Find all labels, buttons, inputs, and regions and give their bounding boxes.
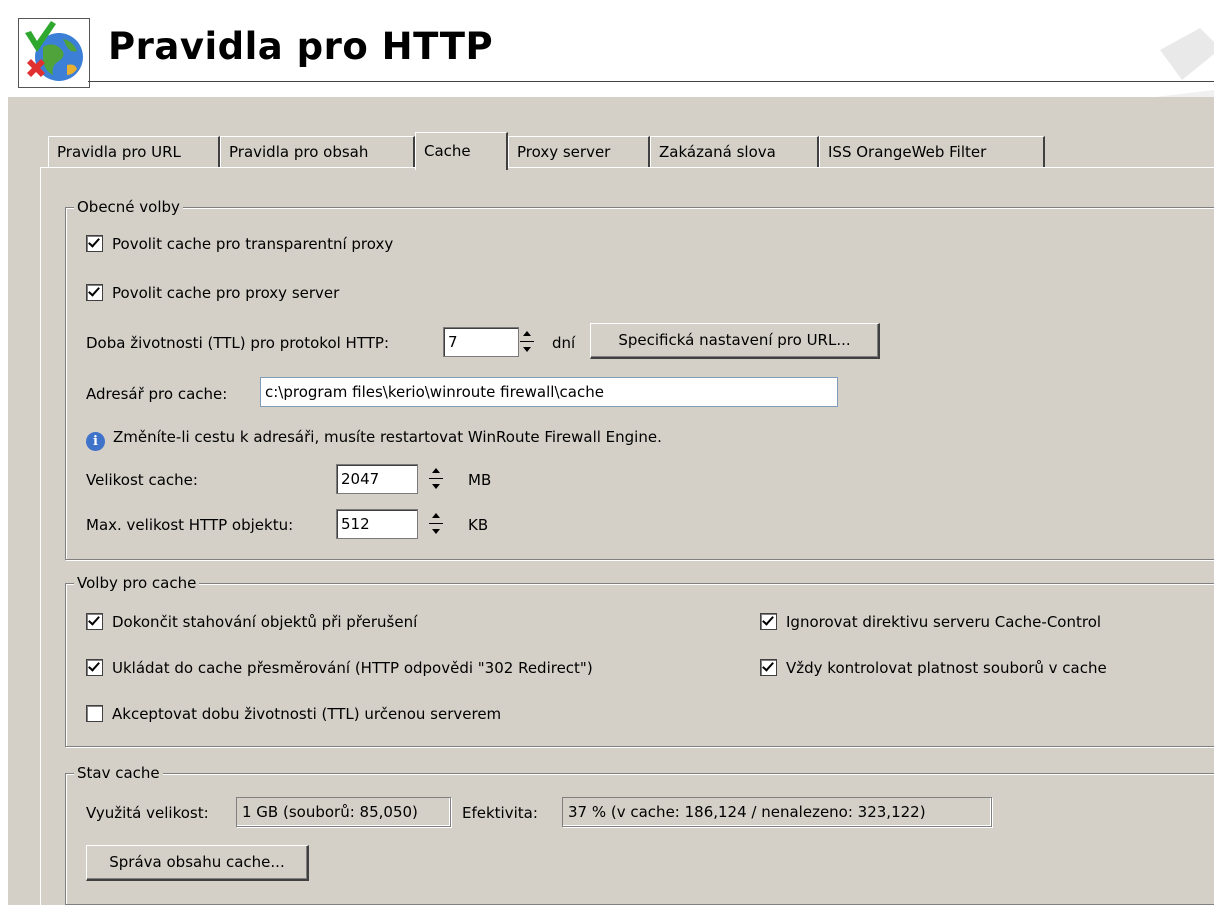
ttl-label: Doba životnosti (TTL) pro protokol HTTP: bbox=[86, 334, 389, 352]
cache-size-input[interactable]: 2047 bbox=[336, 464, 418, 494]
tab-forbidden-words[interactable]: Zakázaná slova bbox=[650, 136, 819, 168]
max-object-input[interactable]: 512 bbox=[336, 509, 418, 539]
spin-down-icon[interactable] bbox=[428, 524, 444, 539]
checkbox-label: Akceptovat dobu životnosti (TTL) určenou… bbox=[112, 705, 502, 723]
cache-status-legend: Stav cache bbox=[74, 764, 163, 782]
cache-dir-label: Adresář pro cache: bbox=[86, 385, 228, 403]
checkbox-label: Povolit cache pro transparentní proxy bbox=[112, 235, 394, 253]
finish-download-option[interactable]: Dokončit stahování objektů při přerušení bbox=[86, 612, 417, 632]
page-title: Pravidla pro HTTP bbox=[108, 25, 494, 68]
tab-iss-orangeweb-filter[interactable]: ISS OrangeWeb Filter bbox=[819, 136, 1045, 168]
url-specific-settings-button[interactable]: Specifická nastavení pro URL... bbox=[590, 323, 880, 359]
dialog-header: Pravidla pro HTTP bbox=[0, 0, 1214, 100]
checkbox-label: Ukládat do cache přesměrování (HTTP odpo… bbox=[112, 659, 593, 677]
max-object-spinner[interactable] bbox=[428, 509, 444, 539]
server-ttl-option[interactable]: Akceptovat dobu životnosti (TTL) určenou… bbox=[86, 704, 501, 724]
efficiency-value: 37 % (v cache: 186,124 / nenalezeno: 323… bbox=[562, 797, 992, 827]
checkbox-checked-icon[interactable] bbox=[760, 613, 777, 630]
cache-size-unit: MB bbox=[468, 471, 492, 489]
checkbox-unchecked-icon[interactable] bbox=[86, 705, 103, 722]
checkbox-label: Vždy kontrolovat platnost souborů v cach… bbox=[786, 659, 1107, 677]
restart-info: i Změníte-li cestu k adresáři, musíte res… bbox=[86, 427, 662, 451]
ttl-unit: dní bbox=[552, 334, 576, 352]
manage-cache-button[interactable]: Správa obsahu cache... bbox=[86, 845, 309, 881]
cache-size-label: Velikost cache: bbox=[86, 471, 198, 489]
cache-options-group: Volby pro cache Dokončit stahování objek… bbox=[65, 574, 1214, 747]
used-size-value: 1 GB (souborů: 85,050) bbox=[236, 797, 451, 827]
enable-transparent-cache[interactable]: Povolit cache pro transparentní proxy bbox=[86, 234, 393, 254]
cache-status-group: Stav cache Využitá velikost: 1 GB (soubo… bbox=[65, 764, 1214, 905]
enable-proxy-cache[interactable]: Povolit cache pro proxy server bbox=[86, 283, 339, 303]
spin-up-icon[interactable] bbox=[428, 509, 444, 524]
cache-redirects-option[interactable]: Ukládat do cache přesměrování (HTTP odpo… bbox=[86, 658, 593, 678]
spin-down-icon[interactable] bbox=[519, 342, 535, 357]
tab-content-rules[interactable]: Pravidla pro obsah bbox=[220, 136, 415, 168]
always-validate-option[interactable]: Vždy kontrolovat platnost souborů v cach… bbox=[760, 658, 1107, 678]
max-object-unit: KB bbox=[468, 516, 489, 534]
cache-dir-input[interactable]: c:\program files\kerio\winroute firewall… bbox=[260, 377, 838, 407]
tab-cache[interactable]: Cache bbox=[415, 132, 508, 170]
checkbox-label: Ignorovat direktivu serveru Cache-Contro… bbox=[786, 613, 1102, 631]
checkbox-checked-icon[interactable] bbox=[760, 659, 777, 676]
checkbox-checked-icon[interactable] bbox=[86, 284, 103, 301]
header-underline bbox=[88, 81, 1214, 82]
general-options-group: Obecné volby Povolit cache pro transpare… bbox=[65, 198, 1214, 560]
general-options-legend: Obecné volby bbox=[74, 198, 183, 216]
spin-up-icon[interactable] bbox=[428, 464, 444, 479]
cache-size-spinner[interactable] bbox=[428, 464, 444, 494]
checkbox-checked-icon[interactable] bbox=[86, 235, 103, 252]
http-rules-globe-icon bbox=[18, 18, 90, 88]
tab-proxy-server[interactable]: Proxy server bbox=[508, 136, 650, 168]
checkbox-label: Dokončit stahování objektů při přerušení bbox=[112, 613, 418, 631]
efficiency-label: Efektivita: bbox=[462, 804, 538, 822]
ttl-spinner[interactable] bbox=[519, 327, 535, 357]
tab-content: Obecné volby Povolit cache pro transpare… bbox=[40, 167, 1214, 905]
info-text: Změníte-li cestu k adresáři, musíte rest… bbox=[113, 428, 662, 446]
cache-options-legend: Volby pro cache bbox=[74, 574, 200, 592]
info-icon: i bbox=[86, 432, 105, 451]
used-size-label: Využitá velikost: bbox=[86, 804, 209, 822]
header-decoration-icon bbox=[1130, 28, 1214, 100]
ignore-cache-control-option[interactable]: Ignorovat direktivu serveru Cache-Contro… bbox=[760, 612, 1101, 632]
tab-url-rules[interactable]: Pravidla pro URL bbox=[48, 136, 220, 168]
checkbox-checked-icon[interactable] bbox=[86, 613, 103, 630]
checkbox-checked-icon[interactable] bbox=[86, 659, 103, 676]
ttl-input[interactable]: 7 bbox=[443, 327, 519, 357]
checkbox-label: Povolit cache pro proxy server bbox=[112, 284, 340, 302]
spin-up-icon[interactable] bbox=[519, 327, 535, 342]
spin-down-icon[interactable] bbox=[428, 479, 444, 494]
max-object-label: Max. velikost HTTP objektu: bbox=[86, 516, 294, 534]
